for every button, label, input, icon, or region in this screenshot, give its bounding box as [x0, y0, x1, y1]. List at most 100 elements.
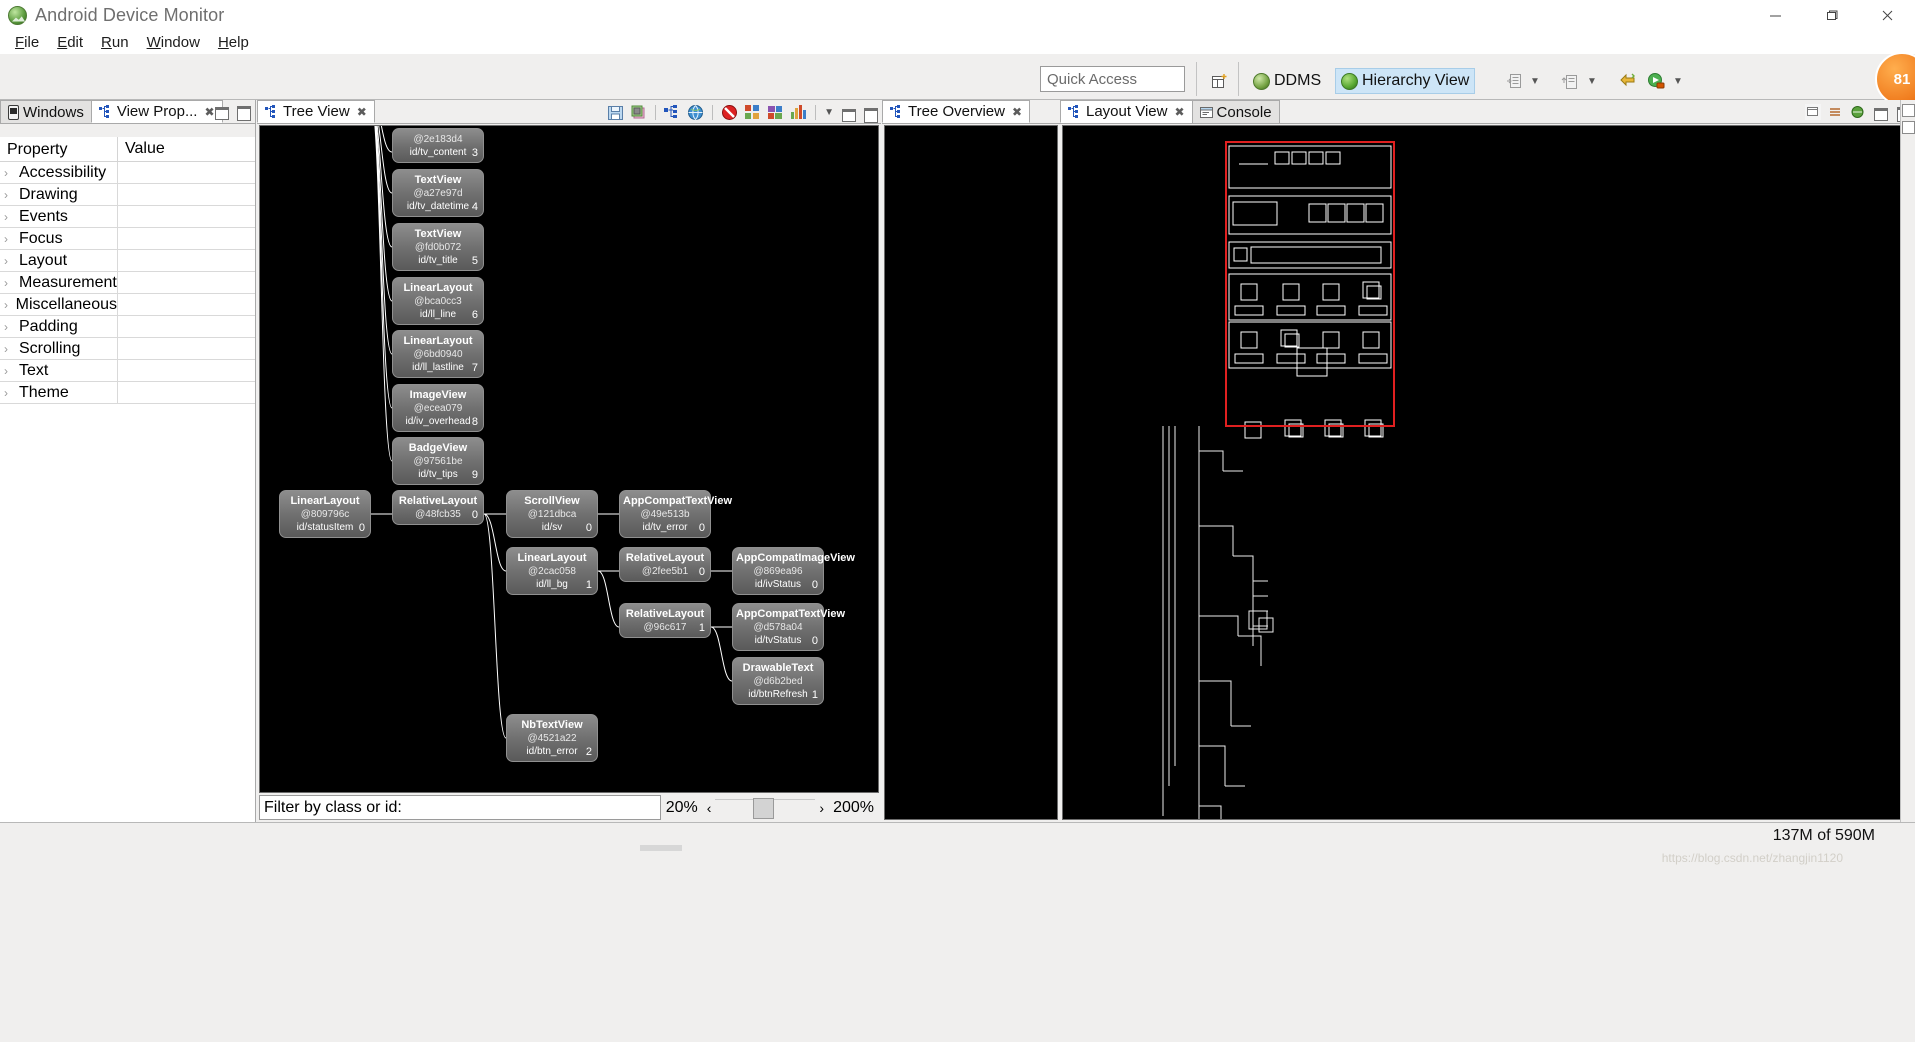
node-hash: @96c617: [643, 622, 687, 633]
property-row[interactable]: › Theme: [0, 381, 255, 404]
layout-view-canvas[interactable]: [1062, 125, 1902, 820]
property-row[interactable]: › Focus: [0, 227, 255, 250]
tree-node[interactable]: AppCompatImageView @869ea96 id/ivStatus 0: [732, 547, 855, 595]
inspect-screenshot-button[interactable]: [1556, 68, 1585, 94]
property-row[interactable]: › Scrolling: [0, 337, 255, 360]
menu-edit[interactable]: Edit: [48, 32, 92, 53]
chevron-right-icon[interactable]: ›: [4, 184, 15, 206]
tree-overview-canvas[interactable]: [884, 125, 1058, 820]
tree-node[interactable]: @2e183d4 id/tv_content 3: [392, 128, 484, 163]
menu-window[interactable]: Window: [138, 32, 209, 53]
invalidate-layout-icon[interactable]: [721, 104, 738, 121]
tree-node[interactable]: LinearLayout @6bd0940 id/ll_lastline 7: [392, 330, 484, 378]
close-icon[interactable]: ✖: [357, 105, 367, 119]
menu-help[interactable]: Help: [209, 32, 258, 53]
chevron-right-icon[interactable]: ›: [4, 382, 15, 404]
zoom-slider[interactable]: [715, 798, 816, 819]
chevron-right-icon[interactable]: ›: [4, 294, 12, 316]
property-row[interactable]: › Miscellaneous: [0, 293, 255, 316]
property-row[interactable]: › Accessibility: [0, 161, 255, 184]
display-tree-icon[interactable]: [664, 104, 681, 121]
chevron-right-icon[interactable]: ›: [4, 272, 15, 294]
minimize-panel-icon[interactable]: [213, 103, 229, 120]
property-row[interactable]: › Layout: [0, 249, 255, 272]
chevron-right-icon[interactable]: ›: [4, 338, 15, 360]
dump-theme-icon[interactable]: [767, 104, 784, 121]
property-name-cell: › Layout: [0, 249, 118, 272]
view-menu-icon[interactable]: [1828, 105, 1843, 119]
tab-layout-view[interactable]: Layout View ✖: [1060, 100, 1193, 123]
capture-layers-icon[interactable]: [630, 104, 647, 121]
restore-panel-icon[interactable]: [1805, 104, 1821, 120]
property-row[interactable]: › Events: [0, 205, 255, 228]
fast-view-icon[interactable]: [1902, 104, 1915, 117]
chevron-right-icon[interactable]: ›: [4, 162, 15, 184]
maximize-button[interactable]: [1803, 0, 1859, 30]
menu-run[interactable]: Run: [92, 32, 138, 53]
tree-node[interactable]: LinearLayout @2cac058 id/ll_bg 1: [506, 547, 598, 595]
close-icon[interactable]: ✖: [1012, 105, 1022, 119]
close-button[interactable]: [1859, 0, 1915, 30]
filter-input[interactable]: Filter by class or id:: [259, 795, 661, 820]
property-row[interactable]: › Drawing: [0, 183, 255, 206]
chevron-right-icon[interactable]: ›: [4, 228, 15, 250]
tab-tree-view[interactable]: Tree View ✖: [257, 100, 375, 123]
tree-node[interactable]: RelativeLayout @96c617 1: [619, 603, 711, 638]
minimize-panel-icon[interactable]: [840, 105, 856, 122]
profile-node-icon[interactable]: [790, 104, 807, 121]
tab-tree-overview[interactable]: Tree Overview ✖: [882, 100, 1031, 123]
minimize-button[interactable]: [1747, 0, 1803, 30]
node-hash: @48fcb35: [415, 509, 461, 520]
property-row[interactable]: › Measurement: [0, 271, 255, 294]
zoom-in-button[interactable]: ›: [815, 800, 828, 816]
node-index: 3: [471, 147, 478, 159]
node-type: ImageView: [409, 389, 467, 401]
save-tree-icon[interactable]: [607, 104, 624, 121]
perspective-ddms[interactable]: DDMS: [1248, 68, 1326, 94]
load-overlay-icon[interactable]: [687, 104, 704, 121]
menu-file[interactable]: File: [6, 32, 48, 53]
fast-view-icon-2[interactable]: [1902, 121, 1915, 134]
tree-node[interactable]: RelativeLayout @2fee5b1 0: [619, 547, 711, 582]
tree-node[interactable]: RelativeLayout @48fcb35 0: [392, 490, 484, 525]
run-dropdown[interactable]: ▼: [1668, 68, 1688, 94]
view-menu-icon[interactable]: ▼: [824, 107, 834, 118]
tree-view-canvas[interactable]: @2e183d4 id/tv_content 3 TextView @a27e97d id…: [259, 125, 879, 793]
chevron-right-icon[interactable]: ›: [4, 316, 15, 338]
tree-node[interactable]: LinearLayout @bca0cc3 id/ll_line 6: [392, 277, 484, 325]
chevron-right-icon[interactable]: ›: [4, 360, 15, 382]
zoom-out-button[interactable]: ‹: [703, 800, 716, 816]
maximize-panel-icon[interactable]: [862, 105, 878, 123]
zoom-slider-thumb[interactable]: [753, 798, 775, 819]
load-hierarchy-dropdown[interactable]: ▼: [1525, 68, 1545, 94]
chevron-right-icon[interactable]: ›: [4, 206, 15, 228]
chevron-right-icon[interactable]: ›: [4, 250, 15, 272]
property-row[interactable]: › Text: [0, 359, 255, 382]
minimize-panel-icon[interactable]: [1872, 104, 1888, 121]
tree-node[interactable]: ImageView @ecea079 id/iv_overhead 8: [392, 384, 484, 432]
tree-node[interactable]: ScrollView @121dbca id/sv 0: [506, 490, 598, 538]
perspective-hierarchy-view[interactable]: Hierarchy View: [1335, 68, 1476, 94]
close-icon[interactable]: ✖: [1174, 105, 1184, 119]
tree-node[interactable]: AppCompatTextView @d578a04 id/tvStatus 0: [732, 603, 845, 651]
tree-node[interactable]: TextView @a27e97d id/tv_datetime 4: [392, 169, 484, 217]
tab-view-properties[interactable]: View Prop... ✖: [90, 100, 223, 123]
quick-access-input[interactable]: Quick Access: [1040, 66, 1185, 92]
run-button[interactable]: [1642, 68, 1671, 94]
tab-console[interactable]: Console: [1191, 100, 1280, 123]
request-layout-icon[interactable]: [744, 104, 761, 121]
refresh-windows-button[interactable]: [1615, 68, 1644, 94]
property-row[interactable]: › Padding: [0, 315, 255, 338]
heap-status-label[interactable]: 137M of 590M: [1773, 827, 1875, 845]
maximize-panel-icon[interactable]: [235, 103, 251, 121]
tree-node[interactable]: LinearLayout @809796c id/statusItem 0: [279, 490, 371, 538]
tree-node[interactable]: NbTextView @4521a22 id/btn_error 2: [506, 714, 598, 762]
inspect-screenshot-dropdown[interactable]: ▼: [1582, 68, 1602, 94]
new-perspective-button[interactable]: [1206, 68, 1233, 94]
tab-windows[interactable]: Windows: [0, 100, 92, 123]
tree-node[interactable]: BadgeView @97561be id/tv_tips 9: [392, 437, 484, 485]
tree-node[interactable]: TextView @fd0b072 id/tv_title 5: [392, 223, 484, 271]
tree-node[interactable]: AppCompatTextView @49e513b id/tv_error 0: [619, 490, 732, 538]
refresh-icon[interactable]: [1850, 105, 1865, 119]
tree-node[interactable]: DrawableText @d6b2bed id/btnRefresh 1: [732, 657, 824, 705]
